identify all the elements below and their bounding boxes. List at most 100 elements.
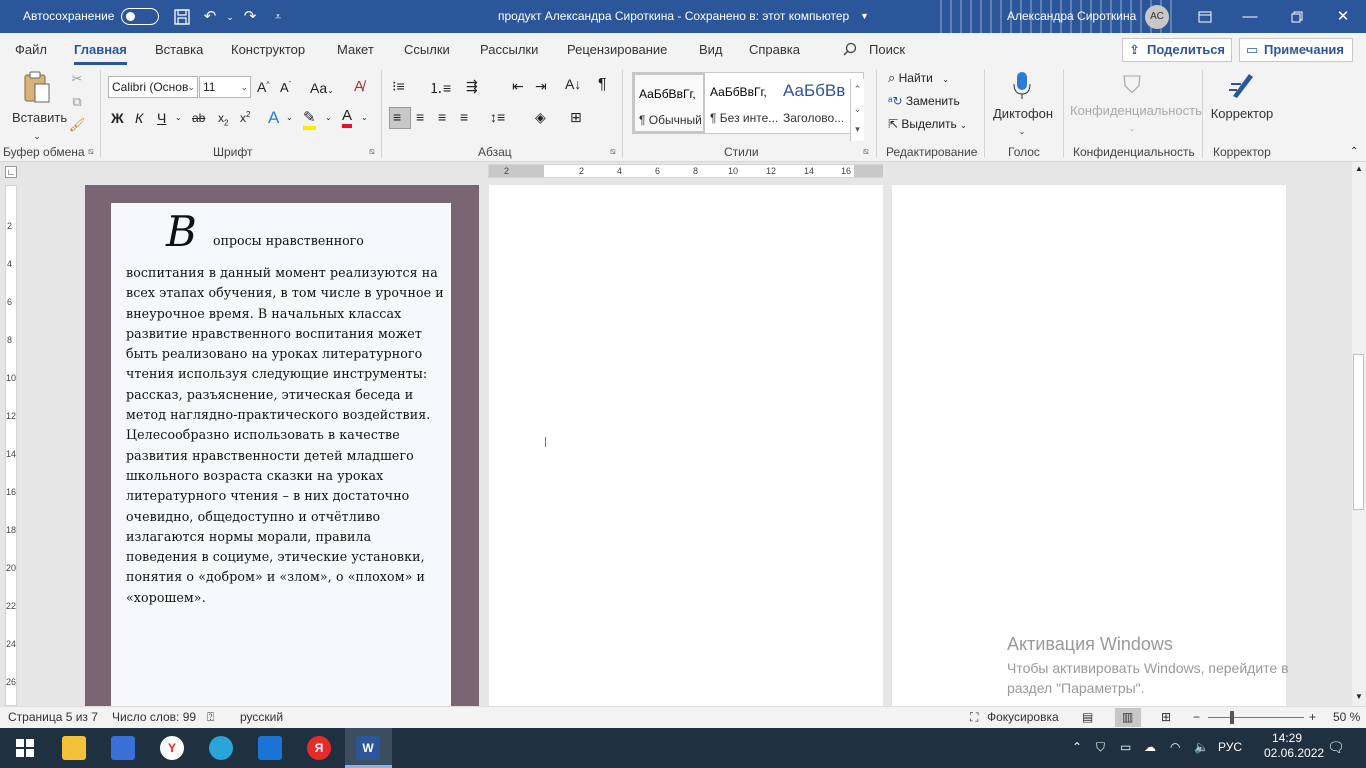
justify-icon[interactable]: ≡: [460, 109, 468, 125]
launcher-icon[interactable]: ⧅: [369, 146, 375, 157]
italic-icon[interactable]: К: [135, 110, 143, 126]
share-button[interactable]: ⇪ Поделиться: [1122, 38, 1232, 62]
document-title[interactable]: продукт Александра Сироткина - Сохранено…: [498, 9, 849, 23]
collapse-ribbon-icon[interactable]: ⌃: [1350, 146, 1358, 157]
read-mode-icon[interactable]: ▤: [1082, 710, 1093, 724]
scroll-up-icon[interactable]: ▲: [1355, 164, 1363, 173]
security-icon[interactable]: ⛉: [1096, 740, 1105, 755]
launcher-icon[interactable]: ⧅: [863, 146, 869, 157]
change-case-icon[interactable]: Aa⌄: [310, 80, 334, 96]
tray-expand-icon[interactable]: ⌃: [1072, 740, 1082, 754]
volume-icon[interactable]: 🔈: [1194, 740, 1209, 754]
body-text[interactable]: воспитания в данный момент реализуются н…: [126, 263, 446, 608]
horizontal-ruler[interactable]: 2 2 4 6 8 10 12 14 16: [488, 164, 883, 178]
cut-icon[interactable]: ✂: [68, 70, 86, 88]
customize-toolbar-icon[interactable]: ⩡: [268, 7, 288, 27]
chevron-down-icon[interactable]: ⌄: [175, 113, 182, 122]
shading-icon[interactable]: ◈: [535, 109, 546, 126]
minimize-icon[interactable]: —: [1240, 7, 1260, 27]
highlight-icon[interactable]: ✎: [303, 108, 316, 130]
page-count[interactable]: Страница 5 из 7: [8, 710, 98, 724]
restore-icon[interactable]: [1287, 7, 1307, 27]
zoom-slider[interactable]: [1208, 717, 1304, 718]
language-label[interactable]: русский: [240, 710, 283, 724]
chevron-down-icon[interactable]: ⌄: [286, 113, 293, 122]
underline-icon[interactable]: Ч: [157, 110, 166, 126]
tab-home[interactable]: Главная: [74, 42, 127, 65]
tab-insert[interactable]: Вставка: [155, 42, 203, 57]
numbering-icon[interactable]: ⒈≡: [429, 78, 451, 98]
avatar[interactable]: АС: [1145, 5, 1169, 29]
redo-icon[interactable]: ↷: [240, 7, 260, 27]
input-language[interactable]: РУС: [1218, 740, 1242, 754]
replace-button[interactable]: ᵃ↻ Заменить: [888, 94, 960, 108]
notifications-icon[interactable]: 🗨: [1327, 739, 1345, 756]
scrollbar-thumb[interactable]: [1353, 354, 1364, 510]
decrease-indent-icon[interactable]: ⇤: [512, 78, 524, 95]
multilevel-list-icon[interactable]: ⇶: [466, 78, 478, 95]
tab-design[interactable]: Конструктор: [231, 42, 305, 57]
zoom-in-icon[interactable]: +: [1309, 710, 1316, 724]
select-button[interactable]: ⇱ Выделить ⌄: [888, 117, 967, 131]
tab-references[interactable]: Ссылки: [404, 42, 450, 57]
save-icon[interactable]: [172, 7, 192, 27]
font-size-combo[interactable]: 11 ⌄: [199, 76, 251, 98]
copy-icon[interactable]: ⧉: [68, 93, 86, 111]
bullets-icon[interactable]: ⁝≡: [392, 78, 405, 95]
shrink-font-icon[interactable]: Aˇ: [280, 80, 291, 95]
tab-review[interactable]: Рецензирование: [567, 42, 667, 57]
comments-button[interactable]: ▭ Примечания: [1239, 38, 1353, 62]
chevron-down-icon[interactable]: ⌄: [12, 127, 62, 145]
page-5[interactable]: В опросы нравственного воспитания в данн…: [85, 185, 479, 706]
wifi-icon[interactable]: ◠: [1170, 740, 1180, 754]
chevron-down-icon[interactable]: ⌄: [361, 113, 368, 122]
sort-icon[interactable]: A↓: [565, 76, 581, 92]
search-icon[interactable]: [843, 42, 857, 59]
vertical-ruler[interactable]: 2 4 6 8 10 12 14 16 18 20 22 24 26: [5, 185, 17, 706]
tab-selector-icon[interactable]: ∟: [5, 166, 17, 178]
scroll-down-icon[interactable]: ▼: [1355, 692, 1363, 701]
chevron-down-icon[interactable]: ⌄: [325, 113, 332, 122]
format-painter-icon[interactable]: 🖌: [68, 116, 86, 134]
align-center-icon[interactable]: ≡: [416, 109, 424, 125]
yandex-icon[interactable]: Я: [307, 736, 331, 760]
clock[interactable]: 14:29 02.06.2022: [1264, 731, 1324, 761]
tab-file[interactable]: Файл: [15, 42, 47, 57]
text-effects-icon[interactable]: A: [268, 108, 279, 128]
increase-indent-icon[interactable]: ⇥: [535, 78, 547, 95]
focus-icon[interactable]: ⛶: [970, 710, 978, 725]
tab-help[interactable]: Справка: [749, 42, 800, 57]
editor-button[interactable]: Корректор: [1210, 70, 1274, 123]
undo-icon[interactable]: ↶: [200, 7, 220, 27]
clear-formatting-icon[interactable]: A̸: [354, 78, 364, 95]
superscript-icon[interactable]: x2: [240, 110, 250, 125]
windows-start-icon[interactable]: [13, 736, 37, 760]
page-7[interactable]: [892, 185, 1286, 706]
search-label[interactable]: Поиск: [869, 42, 905, 57]
web-layout-icon[interactable]: ⊞: [1161, 710, 1171, 724]
pilcrow-icon[interactable]: ¶: [598, 76, 607, 94]
font-name-combo[interactable]: Calibri (Основ ⌄: [108, 76, 198, 98]
launcher-icon[interactable]: ⧅: [88, 146, 94, 157]
undo-dropdown-icon[interactable]: ⌄: [220, 7, 240, 27]
tab-layout[interactable]: Макет: [337, 42, 374, 57]
ribbon-display-icon[interactable]: [1195, 7, 1215, 27]
zoom-out-icon[interactable]: −: [1193, 710, 1200, 724]
dictate-button[interactable]: Диктофон ⌄: [993, 70, 1053, 141]
strikethrough-icon[interactable]: ab: [192, 111, 205, 125]
yandex-browser-icon[interactable]: Y: [160, 736, 184, 760]
store-icon[interactable]: [111, 736, 135, 760]
styles-scroll[interactable]: ⌃ ⌄ ▾: [850, 79, 864, 141]
proofing-icon[interactable]: ⍰: [207, 710, 214, 725]
user-name[interactable]: Александра Сироткина: [1007, 9, 1136, 23]
close-icon[interactable]: ✕: [1333, 7, 1353, 27]
borders-icon[interactable]: ⊞: [570, 109, 582, 126]
edge-icon[interactable]: [209, 736, 233, 760]
font-color-icon[interactable]: A: [342, 107, 353, 128]
bold-icon[interactable]: Ж: [111, 110, 124, 126]
style-heading[interactable]: АаБбВв Заголово...: [779, 73, 851, 133]
style-normal[interactable]: АаБбВвГг, ¶ Обычный: [633, 73, 705, 133]
autosave-toggle[interactable]: [121, 8, 159, 25]
tab-view[interactable]: Вид: [699, 42, 723, 57]
line-spacing-icon[interactable]: ↕≡: [490, 109, 505, 125]
